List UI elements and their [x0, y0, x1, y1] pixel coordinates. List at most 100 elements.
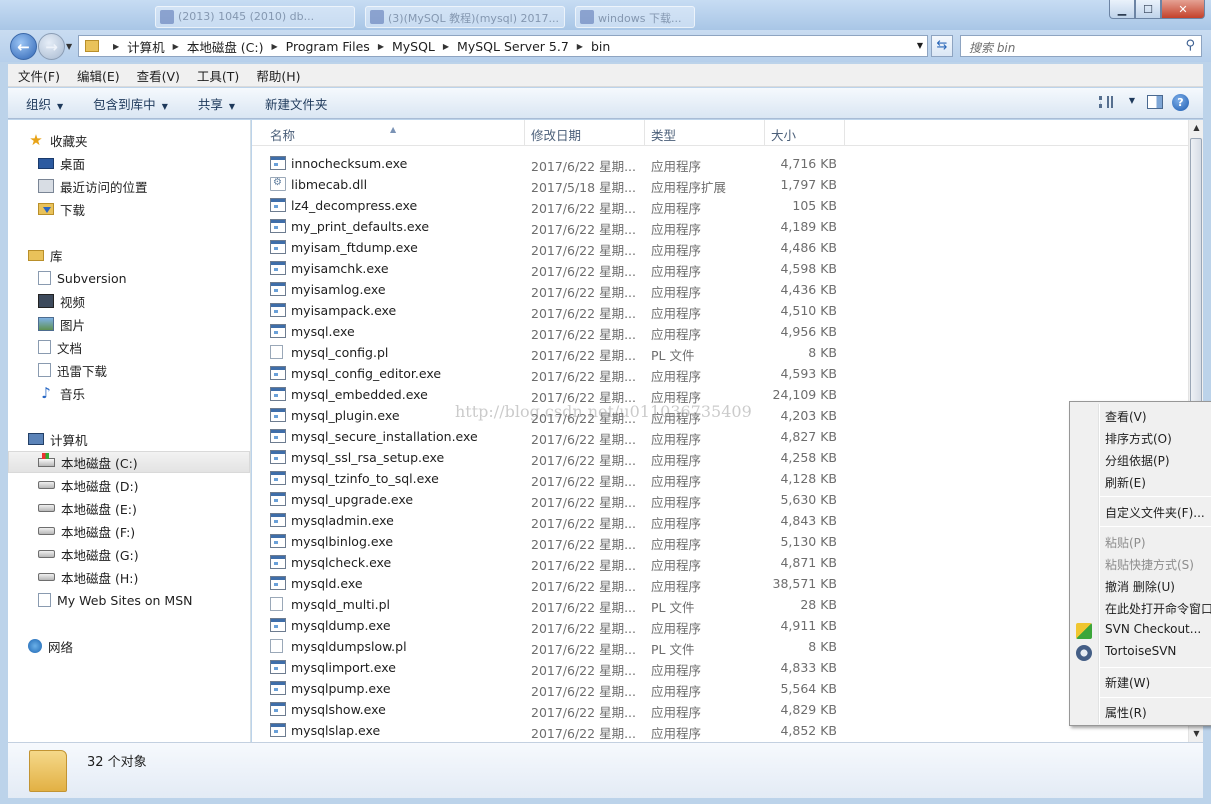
- search-input[interactable]: 搜索 bin ⚲: [960, 35, 1202, 57]
- table-row[interactable]: mysqlbinlog.exe 2017/6/22 星期... 应用程序 5,130 …: [270, 531, 850, 552]
- column-header-size[interactable]: 大小: [771, 125, 796, 144]
- breadcrumb-program-files[interactable]: Program Files: [286, 39, 370, 54]
- share-button[interactable]: 共享 ▼: [198, 94, 235, 113]
- nav-item-drive-g[interactable]: 本地磁盘 (G:): [8, 543, 250, 565]
- menu-item-undo-delete[interactable]: 撤消 删除(U): [1105, 578, 1175, 595]
- nav-item-thunder-downloads[interactable]: 迅雷下载: [8, 359, 250, 381]
- menu-view[interactable]: 查看(V): [137, 66, 180, 85]
- chevron-right-icon[interactable]: ▶: [173, 42, 179, 51]
- scroll-down-icon[interactable]: ▼: [1189, 726, 1204, 742]
- breadcrumb-mysql[interactable]: MySQL: [392, 39, 435, 54]
- table-row[interactable]: mysqlcheck.exe 2017/6/22 星期... 应用程序 4,871 K…: [270, 552, 850, 573]
- nav-item-drive-e[interactable]: 本地磁盘 (E:): [8, 497, 250, 519]
- table-row[interactable]: mysqlpump.exe 2017/6/22 星期... 应用程序 5,564 KB: [270, 678, 850, 699]
- chevron-down-icon[interactable]: ▼: [917, 41, 923, 50]
- nav-item-music[interactable]: ♪ 音乐: [8, 382, 250, 404]
- table-row[interactable]: mysqldump.exe 2017/6/22 星期... 应用程序 4,911 KB: [270, 615, 850, 636]
- help-icon[interactable]: ?: [1172, 94, 1189, 111]
- column-header-date[interactable]: 修改日期: [531, 125, 581, 144]
- table-row[interactable]: mysql_config.pl 2017/6/22 星期... PL 文件 8 KB: [270, 342, 850, 363]
- column-divider[interactable]: [524, 120, 525, 146]
- menu-item-refresh[interactable]: 刷新(E): [1105, 474, 1146, 491]
- table-row[interactable]: mysql_tzinfo_to_sql.exe 2017/6/22 星期... 应用…: [270, 468, 850, 489]
- table-row[interactable]: mysqld.exe 2017/6/22 星期... 应用程序 38,571 KB: [270, 573, 850, 594]
- breadcrumb-mysql-server[interactable]: MySQL Server 5.7: [457, 39, 569, 54]
- menu-item-tortoisesvn[interactable]: TortoiseSVN: [1105, 644, 1176, 658]
- table-row[interactable]: mysql_upgrade.exe 2017/6/22 星期... 应用程序 5,63…: [270, 489, 850, 510]
- breadcrumb-drive-c[interactable]: 本地磁盘 (C:): [187, 37, 264, 56]
- maximize-button[interactable]: ☐: [1135, 0, 1161, 19]
- minimize-button[interactable]: ▁: [1109, 0, 1135, 19]
- menu-item-properties[interactable]: 属性(R): [1105, 704, 1147, 721]
- forward-button[interactable]: →: [38, 33, 65, 60]
- nav-item-downloads[interactable]: 下载: [8, 198, 250, 220]
- table-row[interactable]: mysqladmin.exe 2017/6/22 星期... 应用程序 4,843 K…: [270, 510, 850, 531]
- nav-item-drive-c[interactable]: 本地磁盘 (C:): [8, 451, 250, 473]
- table-row[interactable]: myisam_ftdump.exe 2017/6/22 星期... 应用程序 4,48…: [270, 237, 850, 258]
- chevron-right-icon[interactable]: ▶: [378, 42, 384, 51]
- column-divider[interactable]: [844, 120, 845, 146]
- nav-item-drive-h[interactable]: 本地磁盘 (H:): [8, 566, 250, 588]
- breadcrumb-computer[interactable]: 计算机: [127, 37, 165, 56]
- table-row[interactable]: mysqld_multi.pl 2017/6/22 星期... PL 文件 28 KB: [270, 594, 850, 615]
- table-row[interactable]: myisampack.exe 2017/6/22 星期... 应用程序 4,510 K…: [270, 300, 850, 321]
- menu-item-view[interactable]: 查看(V): [1105, 408, 1147, 425]
- nav-favorites[interactable]: ★ 收藏夹: [8, 129, 250, 151]
- table-row[interactable]: mysql_config_editor.exe 2017/6/22 星期... 应用…: [270, 363, 850, 384]
- menu-item-open-cmd[interactable]: 在此处打开命令窗口: [1105, 600, 1211, 617]
- menu-help[interactable]: 帮助(H): [256, 66, 300, 85]
- nav-item-documents[interactable]: 文档: [8, 336, 250, 358]
- include-in-library-button[interactable]: 包含到库中 ▼: [93, 94, 168, 113]
- table-row[interactable]: myisamchk.exe 2017/6/22 星期... 应用程序 4,598 KB: [270, 258, 850, 279]
- menu-item-customize[interactable]: 自定义文件夹(F)...: [1105, 504, 1205, 521]
- nav-item-msn[interactable]: My Web Sites on MSN: [8, 589, 250, 611]
- table-row[interactable]: mysql_plugin.exe 2017/6/22 星期... 应用程序 4,203…: [270, 405, 850, 426]
- column-header-type[interactable]: 类型: [651, 125, 676, 144]
- chevron-down-icon[interactable]: ▼: [1129, 96, 1135, 105]
- table-row[interactable]: my_print_defaults.exe 2017/6/22 星期... 应用程序…: [270, 216, 850, 237]
- menu-file[interactable]: 文件(F): [18, 66, 60, 85]
- table-row[interactable]: mysql_secure_installation.exe 2017/6/22 星…: [270, 426, 850, 447]
- table-row[interactable]: mysql_embedded.exe 2017/6/22 星期... 应用程序 24,…: [270, 384, 850, 405]
- column-divider[interactable]: [644, 120, 645, 146]
- menu-item-new[interactable]: 新建(W): [1105, 674, 1150, 691]
- organize-button[interactable]: 组织 ▼: [26, 94, 63, 113]
- table-row[interactable]: mysqlshow.exe 2017/6/22 星期... 应用程序 4,829 KB: [270, 699, 850, 720]
- table-row[interactable]: mysqlimport.exe 2017/6/22 星期... 应用程序 4,833 …: [270, 657, 850, 678]
- nav-item-videos[interactable]: 视频: [8, 290, 250, 312]
- menu-item-group[interactable]: 分组依据(P): [1105, 452, 1170, 469]
- chevron-right-icon[interactable]: ▶: [577, 42, 583, 51]
- new-folder-button[interactable]: 新建文件夹: [265, 94, 328, 113]
- table-row[interactable]: innochecksum.exe 2017/6/22 星期... 应用程序 4,716…: [270, 153, 850, 174]
- refresh-button[interactable]: ⇆: [931, 35, 953, 57]
- table-row[interactable]: mysql.exe 2017/6/22 星期... 应用程序 4,956 KB: [270, 321, 850, 342]
- nav-computer[interactable]: 计算机: [8, 428, 250, 450]
- address-bar[interactable]: ▶ 计算机 ▶ 本地磁盘 (C:) ▶ Program Files ▶ MySQ…: [78, 35, 928, 57]
- nav-item-desktop[interactable]: 桌面: [8, 152, 250, 174]
- column-divider[interactable]: [764, 120, 765, 146]
- nav-item-drive-d[interactable]: 本地磁盘 (D:): [8, 474, 250, 496]
- nav-item-pictures[interactable]: 图片: [8, 313, 250, 335]
- table-row[interactable]: myisamlog.exe 2017/6/22 星期... 应用程序 4,436 KB: [270, 279, 850, 300]
- table-row[interactable]: libmecab.dll 2017/5/18 星期... 应用程序扩展 1,797 K…: [270, 174, 850, 195]
- table-row[interactable]: mysqlslap.exe 2017/6/22 星期... 应用程序 4,852 KB: [270, 720, 850, 741]
- nav-item-drive-f[interactable]: 本地磁盘 (F:): [8, 520, 250, 542]
- back-button[interactable]: ←: [10, 33, 37, 60]
- nav-item-recent[interactable]: 最近访问的位置: [8, 175, 250, 197]
- menu-edit[interactable]: 编辑(E): [77, 66, 120, 85]
- nav-item-subversion[interactable]: Subversion: [8, 267, 250, 289]
- scroll-up-icon[interactable]: ▲: [1189, 120, 1204, 136]
- table-row[interactable]: mysql_ssl_rsa_setup.exe 2017/6/22 星期... 应用…: [270, 447, 850, 468]
- table-row[interactable]: lz4_decompress.exe 2017/6/22 星期... 应用程序 105…: [270, 195, 850, 216]
- nav-libraries[interactable]: 库: [8, 244, 250, 266]
- scrollbar-thumb[interactable]: [1190, 138, 1202, 420]
- chevron-right-icon[interactable]: ▶: [272, 42, 278, 51]
- menu-tools[interactable]: 工具(T): [197, 66, 239, 85]
- chevron-right-icon[interactable]: ▶: [113, 42, 119, 51]
- chevron-right-icon[interactable]: ▶: [443, 42, 449, 51]
- close-button[interactable]: ✕: [1161, 0, 1205, 19]
- menu-item-sort[interactable]: 排序方式(O): [1105, 430, 1172, 447]
- menu-item-svn-checkout[interactable]: SVN Checkout...: [1105, 622, 1201, 636]
- nav-network[interactable]: 网络: [8, 635, 250, 657]
- breadcrumb-bin[interactable]: bin: [591, 39, 610, 54]
